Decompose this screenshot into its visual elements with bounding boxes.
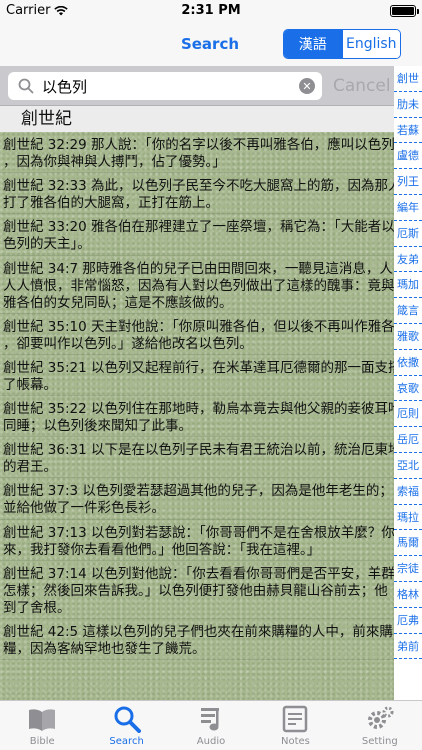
result-item[interactable]: 創世紀 35:22 以色列住在那地時，勒烏本竟去與他父親的妾彼耳哈 同睡；以色列… [0, 396, 394, 438]
result-item[interactable]: 創世紀 37:13 以色列對若瑟說：「你哥哥們不是在舍根放羊麼？你 來，我打發你… [0, 520, 394, 561]
result-item[interactable]: 創世紀 34:7 那時雅各伯的兒子已由田間回來，一聽見這消息，人 人人憤恨，非常… [0, 256, 394, 314]
tab-label: Search [109, 736, 144, 747]
index-item[interactable]: 盧德 [394, 143, 422, 170]
verse-line: 創世紀 36:31 以下是在以色列子民未有君王統治以前，統治厄東地 [3, 442, 394, 459]
verse-line: ，因為你與神與人搏鬥，佔了優勢。」 [3, 154, 226, 170]
index-item[interactable]: 厄弗 [394, 608, 422, 634]
status-time: 2:31 PM [181, 3, 241, 18]
verse-line: 創世紀 35:21 以色列又起程前行，在米革達耳厄德爾的那一面支搭 [3, 359, 394, 376]
result-item[interactable]: 創世紀 32:29 那人說：「你的名字以後不再叫雅各伯，應叫以色列 ，因為你與神… [0, 132, 394, 174]
index-item[interactable]: 弟前 [394, 634, 422, 660]
search-icon [114, 706, 141, 733]
verse-line: 了帳幕。 [3, 376, 57, 393]
verse-line: ，卻要叫作以色列。」遂給他改名以色列。 [3, 335, 253, 352]
verse-line: 並給他做了一件彩色長衫。 [3, 500, 165, 517]
index-item[interactable]: 雅歌 [394, 324, 422, 350]
verse-line: 怎樣；然後回來告訴我。」以色列便打發他由赫貝龍山谷前去；他 [3, 582, 388, 599]
index-item[interactable]: 瑪加 [394, 272, 422, 299]
verse-line: 創世紀 42:5 這樣以色列的兒子們也夾在前來購糧的人中，前來購 [3, 623, 393, 640]
index-item[interactable]: 格林 [394, 582, 422, 608]
page-title: Search [180, 35, 240, 53]
verse-line: 到了舍根。 [3, 599, 71, 616]
tab-audio[interactable]: Audio [169, 701, 253, 750]
index-item[interactable]: 依撒 [394, 350, 422, 376]
status-bar: Carrier 2:31 PM [0, 0, 422, 22]
result-item[interactable]: 創世紀 35:10 天主對他說：「你原叫雅各伯，但以後不再叫作雅各伯 ，卻要叫作… [0, 314, 394, 355]
book-icon [29, 709, 56, 731]
index-item[interactable]: 編年 [394, 195, 422, 221]
result-item[interactable]: 創世紀 37:14 以色列對他說：「你去看看你哥哥們是否平安，羊群 怎樣；然後回… [0, 561, 394, 619]
verse-line: 創世紀 35:10 天主對他說：「你原叫雅各伯，但以後不再叫作雅各伯 [3, 318, 394, 335]
search-icon [18, 78, 34, 94]
tab-bible[interactable]: Bible [0, 701, 84, 750]
book-index: 創世 肋未 若蘇 盧德 列王 編年 厄斯 友弟 瑪加 箴言 雅歌 依撒 哀歌 厄… [394, 66, 422, 700]
verse-line: 創世紀 35:22 以色列住在那地時，勒烏本竟去與他父親的妾彼耳哈 [3, 400, 394, 417]
section-header: 創世紀 [0, 106, 394, 132]
gear-icon [367, 706, 394, 729]
tab-label: Audio [196, 736, 226, 747]
navigation-bar: Search 漢語 English [0, 22, 422, 66]
verse-line: 的君王。 [3, 459, 57, 476]
index-item[interactable]: 索福 [394, 479, 422, 505]
index-item[interactable]: 厄斯 [394, 221, 422, 247]
verse-line: 糧，因為客納罕地也發生了饑荒。 [3, 640, 206, 657]
cancel-button[interactable]: Cancel [333, 76, 391, 96]
segment-chinese[interactable]: 漢語 [284, 30, 342, 58]
index-item[interactable]: 若蘇 [394, 118, 422, 144]
result-item[interactable]: 創世紀 35:21 以色列又起程前行，在米革達耳厄德爾的那一面支搭 了帳幕。 [0, 355, 394, 396]
music-note-icon [201, 708, 220, 731]
verse-line: 人人憤恨，非常惱怒，因為有人對以色列做出了這樣的醜事：竟與 [3, 277, 394, 294]
segment-english[interactable]: English [341, 30, 400, 58]
index-item[interactable]: 宗徒 [394, 556, 422, 582]
clear-icon[interactable]: ✕ [299, 78, 315, 94]
verse-line: 創世紀 37:13 以色列對若瑟說：「你哥哥們不是在舍根放羊麼？你 [3, 524, 394, 541]
verse-line: 打了雅各伯的大腿窩，正打在筋上。 [3, 195, 219, 212]
tab-notes[interactable]: Notes [253, 701, 337, 750]
verse-line: 色列的天主」。 [3, 236, 91, 253]
verse-line: 創世紀 32:29 那人說：「你的名字以後不再叫雅各伯，應叫以色列 [3, 137, 394, 153]
results-list: 創世紀 創世紀 32:29 那人說：「你的名字以後不再叫雅各伯，應叫以色列 ，因… [0, 106, 394, 700]
tab-label: Bible [29, 736, 55, 747]
index-item[interactable]: 列王 [394, 169, 422, 195]
verse-line: 創世紀 33:20 雅各伯在那裡建立了一座祭壇，稱它為：「大能者以 [3, 219, 394, 236]
result-item[interactable]: 創世紀 37:3 以色列愛若瑟超過其他的兒子，因為是他年老生的； 並給他做了一件… [0, 478, 394, 520]
tab-search[interactable]: Search [84, 701, 168, 750]
tab-label: Setting [361, 736, 398, 747]
index-item[interactable]: 瑪拉 [394, 505, 422, 531]
verse-line: 同睡；以色列後來聞知了此事。 [3, 417, 192, 434]
verse-line: 雅各伯的女兒同臥；這是不應該做的。 [3, 294, 233, 311]
verse-line: 創世紀 32:33 為此，以色列子民至今不吃大腿窩上的筋，因為那人 [3, 178, 394, 195]
tab-label: Notes [280, 736, 310, 747]
search-input[interactable]: 以色列 [42, 76, 299, 97]
index-item[interactable]: 友弟 [394, 247, 422, 273]
index-item[interactable]: 肋未 [394, 92, 422, 118]
language-segmented-control: 漢語 English [283, 29, 401, 59]
result-item[interactable]: 創世紀 36:31 以下是在以色列子民未有君王統治以前，統治厄東地 的君王。 [0, 437, 394, 479]
index-item[interactable]: 亞北 [394, 453, 422, 479]
search-field[interactable]: 以色列 ✕ [8, 72, 322, 100]
verse-line: 創世紀 37:14 以色列對他說：「你去看看你哥哥們是否平安，羊群 [3, 565, 394, 582]
tab-bar: Bible Search Audio Notes Setting [0, 700, 422, 750]
index-item[interactable]: 創世 [394, 66, 422, 92]
tab-setting[interactable]: Setting [338, 701, 422, 750]
index-item[interactable]: 馬爾 [394, 530, 422, 557]
search-bar: 以色列 ✕ Cancel [0, 66, 394, 106]
result-item[interactable]: 創世紀 32:33 為此，以色列子民至今不吃大腿窩上的筋，因為那人 打了雅各伯的… [0, 173, 394, 215]
notes-icon [283, 705, 308, 733]
index-item[interactable]: 岳厄 [394, 427, 422, 453]
index-item[interactable]: 箴言 [394, 298, 422, 324]
verse-line: 創世紀 37:3 以色列愛若瑟超過其他的兒子，因為是他年老生的； [3, 483, 393, 500]
battery-icon [390, 5, 419, 17]
result-item[interactable]: 創世紀 33:20 雅各伯在那裡建立了一座祭壇，稱它為：「大能者以 色列的天主」… [0, 214, 394, 256]
index-item[interactable]: 厄則 [394, 401, 422, 428]
verse-line: 來，我打發你去看看他們。」他回答說：「我在這裡。」 [3, 541, 321, 558]
result-item[interactable]: 創世紀 42:5 這樣以色列的兒子們也夾在前來購糧的人中，前來購 糧，因為客納罕… [0, 619, 394, 660]
index-item[interactable]: 哀歌 [394, 376, 422, 402]
verse-line: 創世紀 34:7 那時雅各伯的兒子已由田間回來，一聽見這消息，人 [3, 260, 393, 277]
